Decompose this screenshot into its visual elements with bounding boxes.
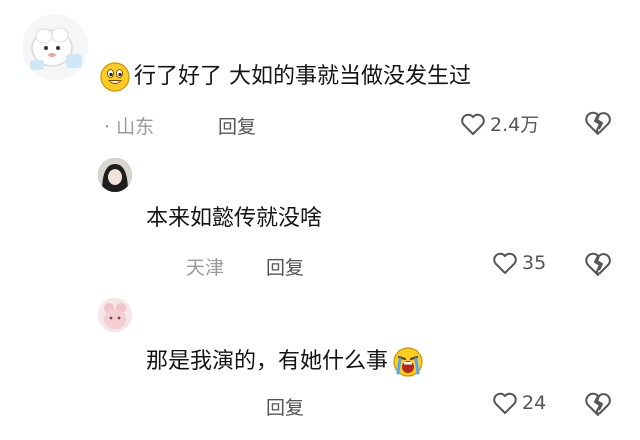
location-dot: ·: [104, 116, 117, 138]
comment-3-avatar[interactable]: [98, 298, 132, 332]
broken-heart-icon: [585, 392, 611, 416]
broken-heart-icon: [585, 252, 611, 276]
grinning-face-emoji-icon: [100, 62, 130, 92]
comment-2-text: 本来如懿传就没啥: [146, 206, 323, 231]
comment-1-like-button[interactable]: 2.4万: [460, 110, 539, 137]
comment-3-dislike-button[interactable]: [584, 391, 612, 421]
comment-2-reply-button[interactable]: 回复: [266, 253, 304, 280]
crying-face-emoji-icon: [392, 347, 423, 377]
comment-1-body: 行了好了 大如的事就当做没发生过: [134, 64, 471, 89]
comment-1-location: · 山东: [104, 112, 154, 139]
comment-1-like-count: 2.4万: [490, 114, 540, 136]
heart-outline-icon: [493, 252, 517, 274]
heart-outline-icon: [461, 113, 485, 135]
comment-3-text: 那是我演的，有她什么事: [146, 347, 423, 377]
comment-2-dislike-button[interactable]: [584, 251, 612, 281]
broken-heart-icon: [585, 111, 611, 135]
comment-3-like-count: 24: [522, 392, 547, 414]
heart-outline-icon: [493, 392, 517, 414]
location-name: 山东: [116, 116, 155, 138]
comment-3-reply-button[interactable]: 回复: [266, 393, 304, 420]
comment-3-body: 那是我演的，有她什么事: [146, 349, 389, 374]
comment-1-avatar[interactable]: [22, 14, 88, 80]
comment-2-avatar[interactable]: [98, 158, 132, 192]
comment-2-location: 天津: [186, 257, 225, 279]
comment-1-reply-button[interactable]: 回复: [218, 112, 256, 139]
comment-3-like-button[interactable]: 24: [492, 391, 546, 415]
comment-2-like-button[interactable]: 35: [492, 251, 546, 275]
comment-1-dislike-button[interactable]: [584, 110, 612, 140]
comment-2-like-count: 35: [522, 252, 547, 274]
comment-1-text: 行了好了 大如的事就当做没发生过: [100, 62, 471, 92]
